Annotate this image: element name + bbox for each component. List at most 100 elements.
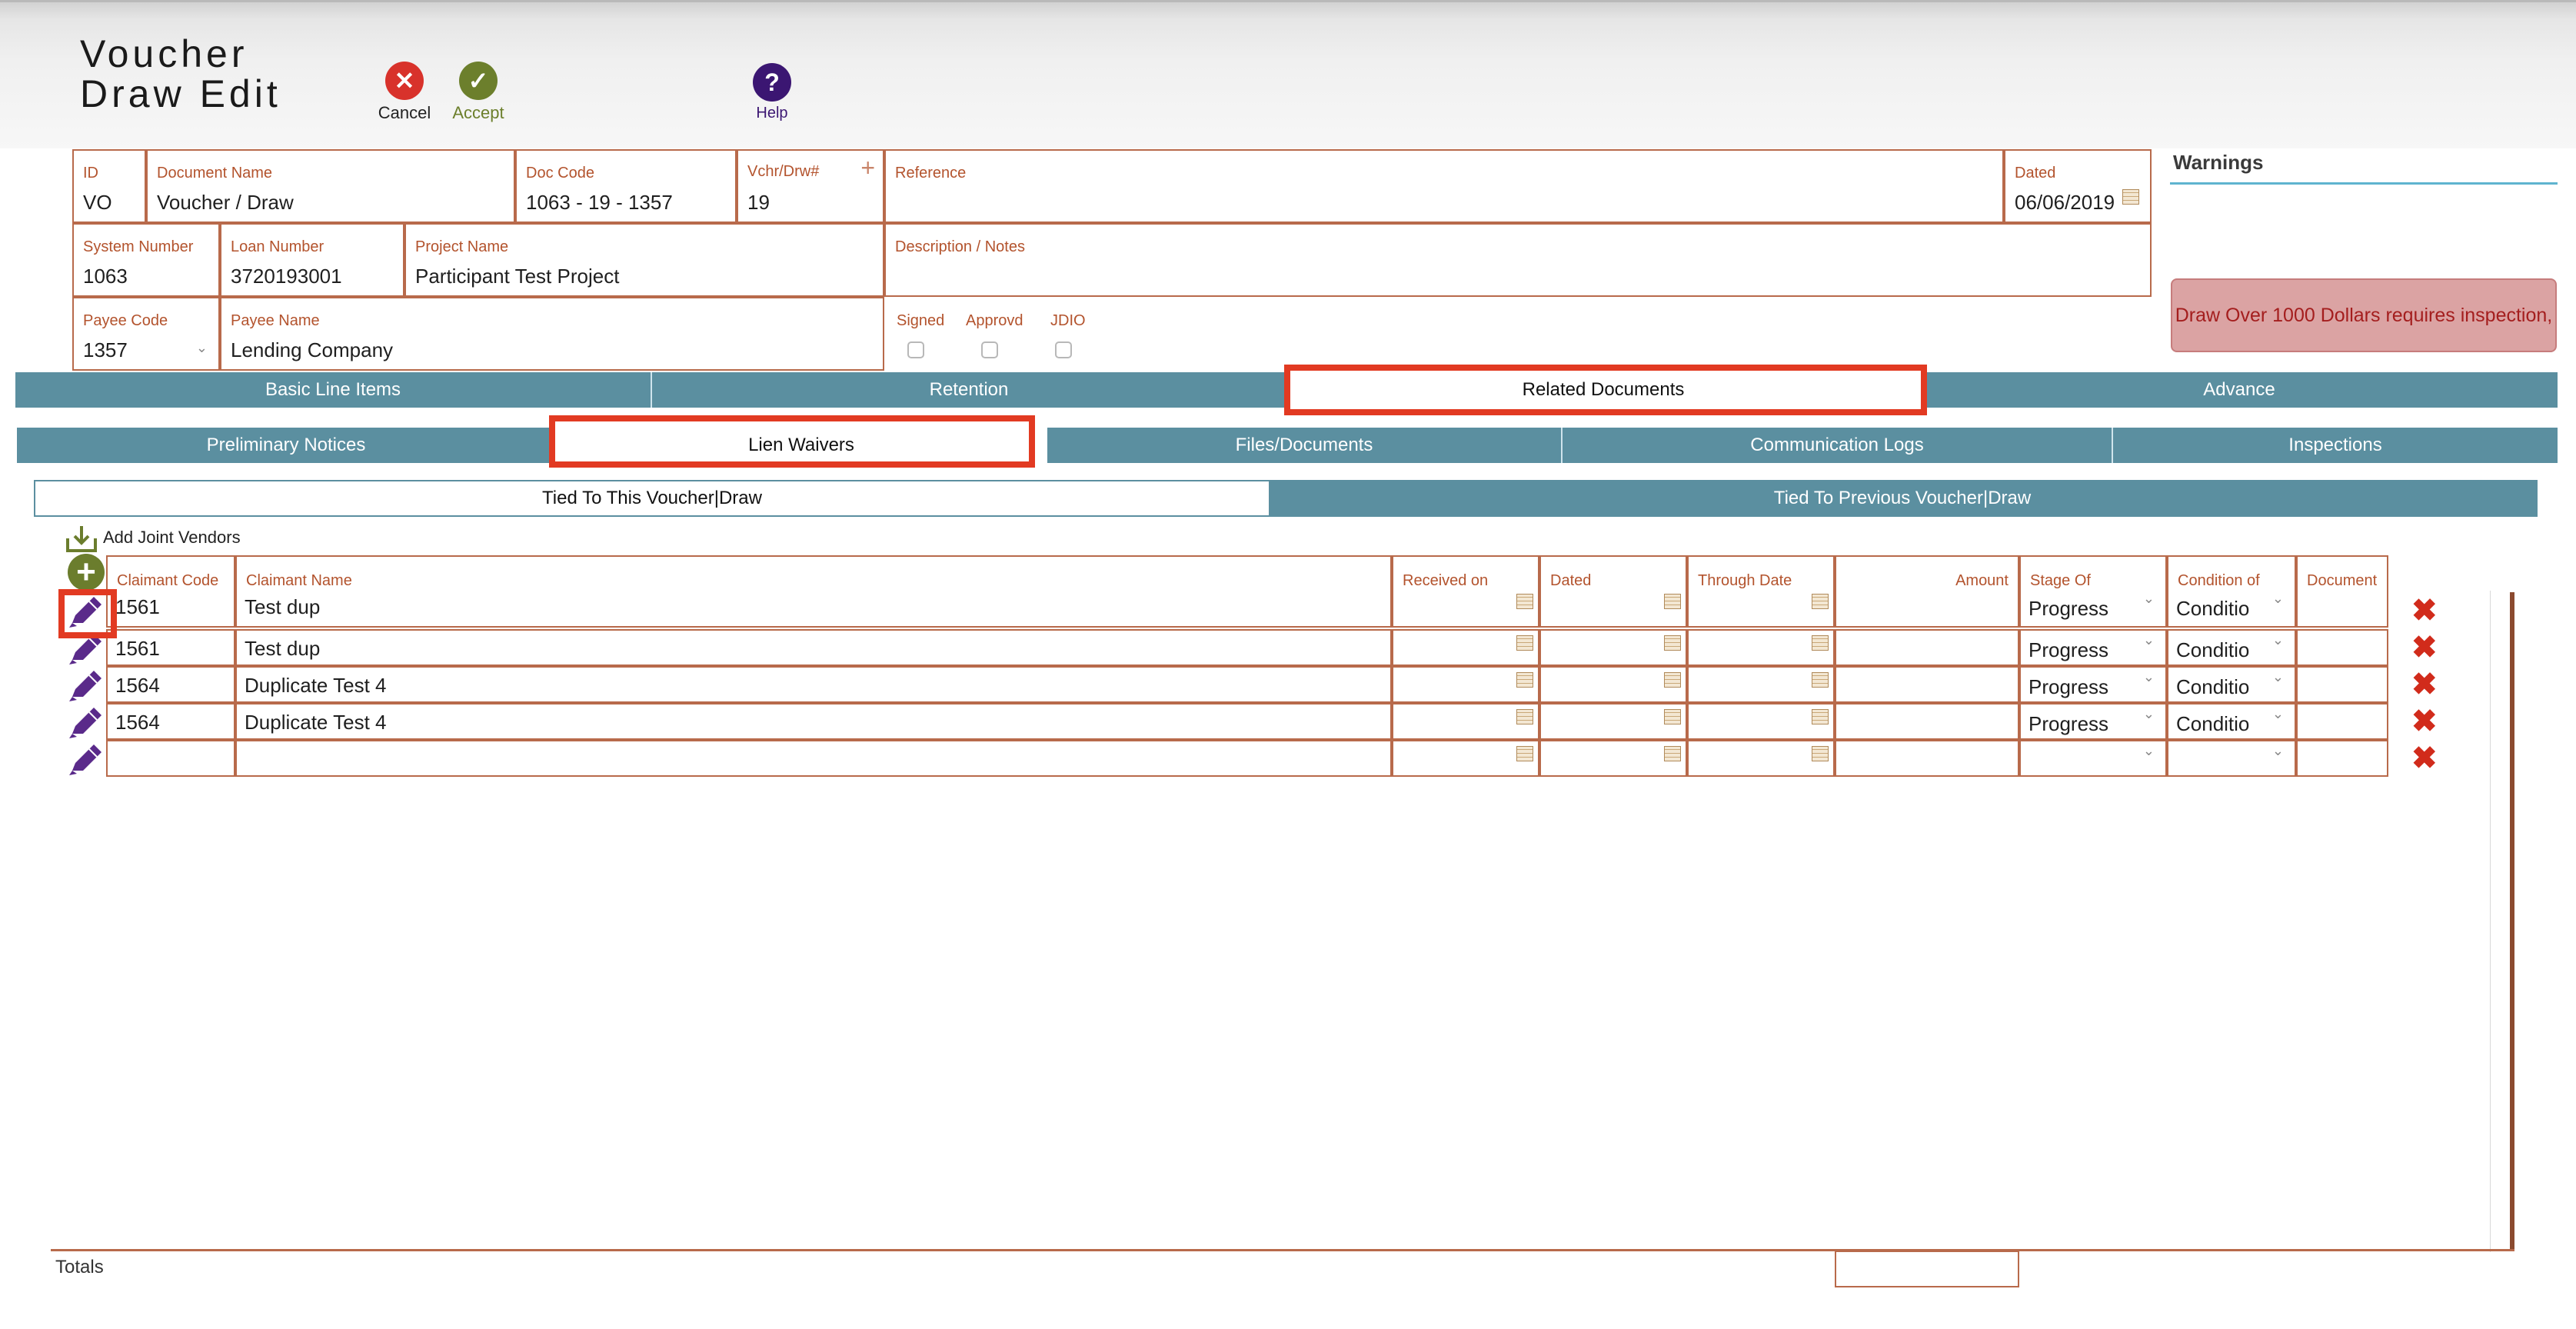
grid-cell[interactable]: 1561 <box>106 589 235 628</box>
grid-cell[interactable] <box>2296 666 2388 703</box>
grid-cell[interactable]: 1564 <box>106 703 235 740</box>
grid-cell[interactable] <box>1687 589 1835 628</box>
chevron-down-icon[interactable]: ⌄ <box>2272 669 2284 685</box>
delete-row-icon[interactable]: ✖ <box>2411 743 2438 774</box>
payee-name-field[interactable]: Payee Name Lending Company <box>220 297 884 371</box>
edit-pencil-icon[interactable] <box>66 668 106 707</box>
doc-code-field[interactable]: Doc Code 1063 - 19 - 1357 <box>515 149 737 223</box>
grid-cell[interactable]: Progress ⌄ <box>2019 629 2167 666</box>
vchr-drw-field[interactable]: Vchr/Drw# + 19 <box>737 149 884 223</box>
grid-cell[interactable] <box>1392 740 1539 777</box>
grid-cell[interactable] <box>2296 703 2388 740</box>
grid-cell[interactable] <box>2296 629 2388 666</box>
grid-cell[interactable] <box>1835 703 2019 740</box>
calendar-icon[interactable] <box>1516 594 1533 609</box>
grid-cell[interactable]: 1564 <box>106 666 235 703</box>
delete-row-icon[interactable]: ✖ <box>2411 632 2438 663</box>
grid-cell[interactable] <box>1392 589 1539 628</box>
calendar-icon[interactable] <box>2122 189 2139 205</box>
grid-cell[interactable] <box>1687 666 1835 703</box>
jdio-checkbox[interactable] <box>1055 341 1072 358</box>
grid-cell[interactable]: Duplicate Test 4 <box>235 703 1392 740</box>
grid-cell[interactable] <box>1539 703 1687 740</box>
delete-row-icon[interactable]: ✖ <box>2411 706 2438 737</box>
delete-row-icon[interactable]: ✖ <box>2411 595 2438 626</box>
grid-cell[interactable] <box>1539 740 1687 777</box>
grid-cell[interactable] <box>2296 589 2388 628</box>
add-row-icon[interactable]: + <box>68 554 105 591</box>
calendar-icon[interactable] <box>1812 746 1829 761</box>
tab-inspections[interactable]: Inspections <box>2112 428 2558 463</box>
chevron-down-icon[interactable]: ⌄ <box>2143 706 2155 722</box>
grid-cell[interactable] <box>1539 666 1687 703</box>
chevron-down-icon[interactable]: ⌄ <box>2143 591 2155 607</box>
plus-icon[interactable]: + <box>860 154 875 182</box>
accept-button[interactable]: ✓ Accept <box>449 62 508 123</box>
calendar-icon[interactable] <box>1812 672 1829 688</box>
calendar-icon[interactable] <box>1812 635 1829 651</box>
grid-cell[interactable]: Conditio ⌄ <box>2167 703 2296 740</box>
document-name-field[interactable]: Document Name Voucher / Draw <box>146 149 515 223</box>
tab-preliminary-notices[interactable]: Preliminary Notices <box>17 428 555 463</box>
calendar-icon[interactable] <box>1664 672 1681 688</box>
calendar-icon[interactable] <box>1516 635 1533 651</box>
scroll-track[interactable] <box>2490 591 2491 1252</box>
grid-cell[interactable] <box>1835 666 2019 703</box>
chevron-down-icon[interactable]: ⌄ <box>2143 669 2155 685</box>
edit-pencil-icon[interactable] <box>66 704 106 744</box>
grid-cell[interactable] <box>1392 666 1539 703</box>
grid-cell[interactable]: Test dup <box>235 629 1392 666</box>
chevron-down-icon[interactable]: ⌄ <box>2272 632 2284 648</box>
grid-cell[interactable]: Progress ⌄ <box>2019 703 2167 740</box>
grid-cell[interactable]: Duplicate Test 4 <box>235 666 1392 703</box>
project-name-field[interactable]: Project Name Participant Test Project <box>404 223 884 297</box>
grid-cell[interactable] <box>1835 629 2019 666</box>
tab-tied-previous-voucher[interactable]: Tied To Previous Voucher|Draw <box>1269 481 2536 515</box>
chevron-down-icon[interactable]: ⌄ <box>2272 591 2284 607</box>
chevron-down-icon[interactable]: ⌄ <box>2143 743 2155 759</box>
grid-cell[interactable] <box>1392 703 1539 740</box>
tab-advance[interactable]: Advance <box>1921 372 2558 408</box>
chevron-down-icon[interactable]: ⌄ <box>2272 743 2284 759</box>
grid-cell[interactable] <box>1687 703 1835 740</box>
chevron-down-icon[interactable]: ⌄ <box>2272 706 2284 722</box>
tab-tied-this-voucher[interactable]: Tied To This Voucher|Draw <box>35 481 1269 515</box>
calendar-icon[interactable] <box>1664 594 1681 609</box>
calendar-icon[interactable] <box>1812 709 1829 724</box>
grid-cell[interactable] <box>235 740 1392 777</box>
calendar-icon[interactable] <box>1516 746 1533 761</box>
tab-communication-logs[interactable]: Communication Logs <box>1561 428 2112 463</box>
grid-cell[interactable] <box>106 740 235 777</box>
calendar-icon[interactable] <box>1812 594 1829 609</box>
grid-cell[interactable] <box>1539 589 1687 628</box>
grid-cell[interactable]: Progress ⌄ <box>2019 589 2167 628</box>
grid-cell[interactable]: Conditio ⌄ <box>2167 629 2296 666</box>
calendar-icon[interactable] <box>1664 746 1681 761</box>
calendar-icon[interactable] <box>1664 635 1681 651</box>
payee-code-field[interactable]: Payee Code 1357 ⌄ <box>72 297 220 371</box>
grid-cell[interactable]: Progress ⌄ <box>2019 666 2167 703</box>
add-joint-vendors-label[interactable]: Add Joint Vendors <box>103 528 241 548</box>
help-button[interactable]: ? Help <box>743 63 801 122</box>
calendar-icon[interactable] <box>1516 672 1533 688</box>
loan-number-field[interactable]: Loan Number 3720193001 <box>220 223 404 297</box>
grid-cell[interactable] <box>1539 629 1687 666</box>
tab-retention[interactable]: Retention <box>651 372 1286 408</box>
import-icon[interactable] <box>65 525 97 552</box>
grid-cell[interactable] <box>1835 740 2019 777</box>
tab-files-documents[interactable]: Files/Documents <box>1047 428 1561 463</box>
chevron-down-icon[interactable]: ⌄ <box>2143 632 2155 648</box>
calendar-icon[interactable] <box>1664 709 1681 724</box>
grid-cell[interactable]: Conditio ⌄ <box>2167 666 2296 703</box>
grid-cell[interactable] <box>1687 740 1835 777</box>
grid-cell[interactable]: ⌄ <box>2019 740 2167 777</box>
grid-cell[interactable]: 1561 <box>106 629 235 666</box>
grid-cell[interactable] <box>1835 589 2019 628</box>
reference-field[interactable]: Reference <box>884 149 2004 223</box>
calendar-icon[interactable] <box>1516 709 1533 724</box>
grid-cell[interactable]: Test dup <box>235 589 1392 628</box>
delete-row-icon[interactable]: ✖ <box>2411 669 2438 700</box>
signed-checkbox[interactable] <box>907 341 924 358</box>
approvd-checkbox[interactable] <box>981 341 998 358</box>
id-field[interactable]: ID VO <box>72 149 146 223</box>
